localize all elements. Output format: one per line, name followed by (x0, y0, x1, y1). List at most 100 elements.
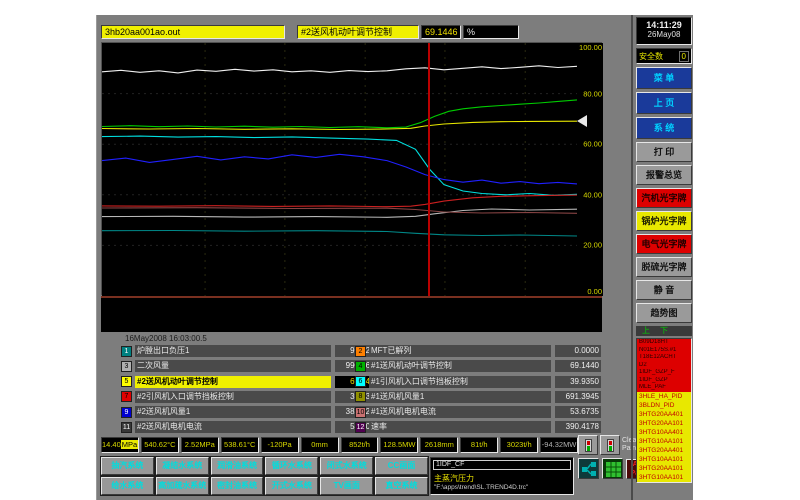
tag-info-box: 1IDF_CF 主蒸汽压力 "F:\apps\trend\SL.TREND4D.… (430, 457, 574, 495)
sidebar-button[interactable]: 菜 单 (636, 67, 692, 89)
pen-name[interactable]: #2送风机动叶调节控制 (135, 376, 331, 388)
alarm-item-red[interactable]: MLE_PAF (637, 384, 691, 392)
pen-color-box: 3 (121, 361, 132, 372)
legend-row[interactable]: 10#1送风机电机电流53.6735 (355, 406, 601, 418)
alarm-item-yellow[interactable]: 3HTG10AA101 (637, 455, 691, 464)
sidebar-button[interactable]: 电气光字牌 (636, 234, 692, 254)
pen-name[interactable]: 速率 (369, 421, 551, 433)
nav-button[interactable]: 密封油系统 (211, 477, 264, 495)
nav-button[interactable]: 高加疏水系统 (156, 477, 209, 495)
sidebar-button[interactable]: 趋势图 (636, 303, 692, 323)
nav-button[interactable]: TV画面 (320, 477, 373, 495)
status-value: -120Pa (261, 437, 299, 453)
legend-row[interactable]: 9#2送风机风量1382.3297 (121, 406, 381, 418)
pen-value: 69.1440 (555, 360, 601, 372)
paint-indicator-button-2[interactable] (600, 435, 620, 455)
legend-row[interactable]: 7#2引风机入口调节挡板控制39.9358 (121, 391, 381, 403)
nav-button[interactable]: CC画面 (375, 457, 428, 475)
legend-row[interactable]: 3二次风量990.0674 (121, 360, 381, 372)
pen-color-box: 9 (121, 407, 132, 418)
pen-value: 691.3945 (555, 391, 601, 403)
pen-color-box: 10 (355, 407, 366, 418)
sidebar-button[interactable]: 打 印 (636, 142, 692, 162)
trend-line (102, 195, 577, 207)
nav-button[interactable]: 给水系统 (101, 477, 154, 495)
pen-name[interactable]: #1送风机电机电流 (369, 406, 551, 418)
nav-button[interactable]: 真空系统 (375, 477, 428, 495)
clock-date: 26May08 (637, 30, 691, 39)
legend-row[interactable]: 11#2送风机电机电流53.6005 (121, 421, 381, 433)
pen-name[interactable]: MFT已解列 (369, 345, 551, 357)
legend-row[interactable]: 6#1引风机入口调节挡板控制39.9350 (355, 376, 601, 388)
network-icon[interactable] (578, 458, 599, 479)
pen-name[interactable]: #2送风机电机电流 (135, 421, 331, 433)
alarm-item-yellow[interactable]: 3HTG20AA401 (637, 410, 691, 419)
selected-pen-unit: % (463, 25, 519, 39)
pen-name[interactable]: 炉膛出口负压1 (135, 345, 331, 357)
paint-indicator-button-1[interactable] (578, 435, 598, 455)
pen-name[interactable]: #1送风机风量1 (369, 391, 551, 403)
sidebar-button[interactable]: 静 音 (636, 280, 692, 300)
sidebar-button[interactable]: 系 统 (636, 117, 692, 139)
traffic-indicator-icon (607, 439, 614, 452)
alarm-item-red[interactable]: T18E12ACHT (637, 354, 691, 362)
alarm-item-red[interactable]: D2 (637, 362, 691, 370)
sidebar-button[interactable]: 报警总览 (636, 165, 692, 185)
tag-id-field[interactable]: 1IDF_CF (433, 460, 571, 470)
time-cursor-line[interactable] (428, 43, 430, 296)
nav-button[interactable]: 循环水系统 (265, 457, 318, 475)
alarm-item-red[interactable]: N01E175S.#1 (637, 347, 691, 355)
alarm-item-yellow[interactable]: 3HTG10AA401 (637, 428, 691, 437)
pager-button[interactable]: 上 (642, 326, 650, 336)
legend-column-left: 1炉膛出口负压197.42923二次风量990.06745#2送风机动叶调节控制… (121, 345, 381, 437)
pen-name[interactable]: #2引风机入口调节挡板控制 (135, 391, 331, 403)
time-axis: 16:02:3516May200816:02:4516May200816:02:… (101, 296, 602, 332)
pen-name[interactable]: #2送风机风量1 (135, 406, 331, 418)
grid-table-icon[interactable] (602, 458, 623, 479)
pen-name[interactable]: #1送风机动叶调节控制 (369, 360, 551, 372)
status-unit: MPa (121, 440, 138, 449)
status-value: -94.32MW (540, 437, 578, 453)
trend-plot-area[interactable] (102, 43, 577, 296)
alarm-item-yellow[interactable]: 3BLDN_PID (637, 401, 691, 410)
legend-row[interactable]: 1炉膛出口负压197.4292 (121, 345, 381, 357)
trend-chart[interactable]: 100.0080.0060.0040.0020.000.00 (101, 42, 602, 295)
sidebar-button[interactable]: 汽机光字牌 (636, 188, 692, 208)
alarm-item-yellow[interactable]: 3HLE_HA_PID (637, 392, 691, 401)
pen-name[interactable]: #1引风机入口调节挡板控制 (369, 376, 551, 388)
trend-file-field[interactable]: 3hb20aa001ao.out (101, 25, 285, 39)
nav-button[interactable]: 抽汽系统 (101, 457, 154, 475)
alarm-item-red[interactable]: 1IDF_GZP_F (637, 369, 691, 377)
alarm-item-red[interactable]: 1IDF_GZP (637, 377, 691, 385)
nav-button[interactable]: 开式水系统 (265, 477, 318, 495)
alarm-item-yellow[interactable]: 3HTG10AA101 (637, 437, 691, 446)
nav-button[interactable]: 凝结水系统 (156, 457, 209, 475)
y-axis-label: 20.00 (583, 241, 602, 250)
selected-pen-value: 69.1446 (421, 25, 461, 39)
trend-file-path: "F:\apps\trend\SL.TREND4D.trc" (434, 484, 528, 491)
alarm-item-yellow[interactable]: 3HTG20AA401 (637, 446, 691, 455)
alarm-item-yellow[interactable]: 3HTG20AA101 (637, 464, 691, 473)
legend-row[interactable]: 2MFT已解列0.0000 (355, 345, 601, 357)
pen-name[interactable]: 二次风量 (135, 360, 331, 372)
sidebar-button[interactable]: 锅炉光字牌 (636, 211, 692, 231)
nav-button[interactable]: 闭式水系统 (320, 457, 373, 475)
trend-lines (102, 43, 577, 296)
safety-count: 0 (679, 51, 689, 62)
pen-color-box: 6 (355, 376, 366, 387)
y-axis: 100.0080.0060.0040.0020.000.00 (577, 43, 603, 296)
legend-row[interactable]: 4#1送风机动叶调节控制69.1440 (355, 360, 601, 372)
legend-row[interactable]: 8#1送风机风量1691.3945 (355, 391, 601, 403)
nav-button[interactable]: 润滑油系统 (211, 457, 264, 475)
legend-row[interactable]: 5#2送风机动叶调节控制69.1446 (121, 376, 381, 388)
alarm-item-red[interactable]: B09D18HT (637, 339, 691, 347)
legend-row[interactable]: 12速率390.4178 (355, 421, 601, 433)
sidebar-button[interactable]: 脱硫光字牌 (636, 257, 692, 277)
alarm-item-yellow[interactable]: 3HTG10AA101 (637, 473, 691, 482)
status-value: 14.40MPa (101, 437, 139, 453)
alarm-item-yellow[interactable]: 3HTG20AA101 (637, 419, 691, 428)
selected-pen-name[interactable]: #2送风机动叶调节控制 (297, 25, 419, 39)
trend-line (102, 121, 577, 129)
sidebar-button[interactable]: 上 页 (636, 92, 692, 114)
pager-button[interactable]: 下 (660, 326, 668, 336)
